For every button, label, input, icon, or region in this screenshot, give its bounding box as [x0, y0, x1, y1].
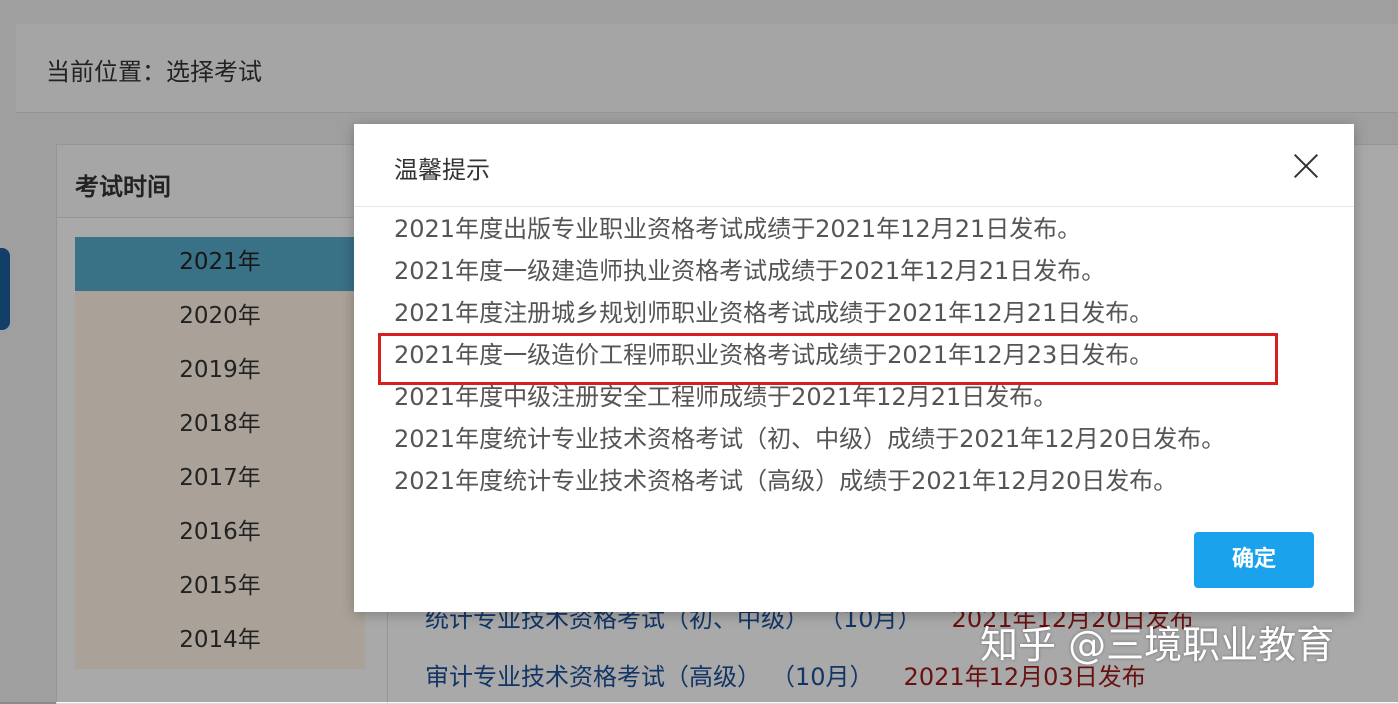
- notice-item: 2021年度一级建造师执业资格考试成绩于2021年12月21日发布。: [394, 257, 1106, 285]
- confirm-button[interactable]: 确定: [1194, 532, 1314, 588]
- close-icon[interactable]: [1290, 150, 1322, 182]
- notice-dialog: 温馨提示 2021年度出版专业职业资格考试成绩于2021年12月21日发布。 2…: [354, 124, 1354, 612]
- notice-item: 2021年度统计专业技术资格考试（初、中级）成绩于2021年12月20日发布。: [394, 425, 1226, 453]
- notice-item: 2021年度注册城乡规划师职业资格考试成绩于2021年12月21日发布。: [394, 299, 1154, 327]
- notice-item: 2021年度出版专业职业资格考试成绩于2021年12月21日发布。: [394, 215, 1082, 243]
- dialog-title: 温馨提示: [394, 156, 490, 184]
- watermark: 知乎 @三境职业教育: [980, 623, 1335, 667]
- dialog-header: 温馨提示: [354, 124, 1354, 207]
- notice-item: 2021年度统计专业技术资格考试（高级）成绩于2021年12月20日发布。: [394, 467, 1178, 495]
- highlight-annotation: [378, 333, 1278, 385]
